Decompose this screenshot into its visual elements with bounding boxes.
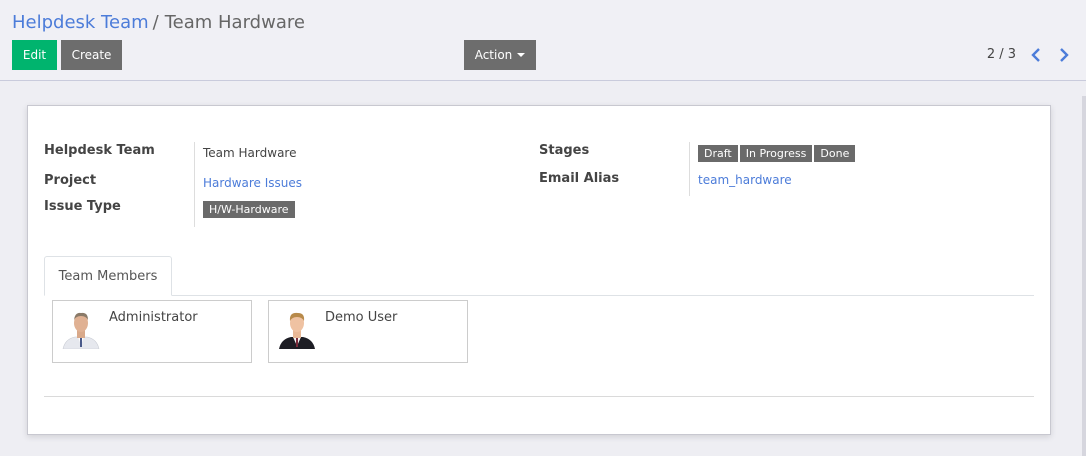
avatar-admin-icon (61, 309, 101, 349)
helpdesk-team-value: Team Hardware (203, 146, 297, 160)
stage-tag-done: Done (814, 145, 856, 162)
breadcrumb: Helpdesk Team / Team Hardware (12, 12, 305, 34)
member-name: Demo User (325, 310, 398, 325)
form-sheet: Helpdesk Team Team Hardware Project Hard… (27, 105, 1051, 435)
stages-tags: Draft In Progress Done (698, 145, 856, 162)
project-label: Project (44, 173, 97, 188)
right-group-divider (689, 142, 690, 196)
chevron-right-icon (1060, 48, 1069, 62)
chevron-left-icon (1031, 48, 1040, 62)
member-name: Administrator (109, 310, 198, 325)
member-card-administrator[interactable]: Administrator (52, 300, 252, 363)
scrollbar[interactable] (1082, 96, 1086, 456)
create-button[interactable]: Create (61, 40, 122, 70)
breadcrumb-helpdesk-team[interactable]: Helpdesk Team (12, 12, 149, 33)
member-card-demo-user[interactable]: Demo User (268, 300, 468, 363)
issue-type-label: Issue Type (44, 199, 121, 214)
stage-tag-in-progress: In Progress (739, 145, 813, 162)
edit-button[interactable]: Edit (12, 40, 57, 70)
pager-next-button[interactable] (1056, 46, 1072, 64)
left-group-divider (194, 142, 195, 227)
stage-tag-draft: Draft (698, 145, 738, 162)
tab-underline (44, 295, 1034, 296)
action-dropdown-button[interactable]: Action (464, 40, 536, 70)
email-alias-link[interactable]: team_hardware (698, 173, 792, 187)
pager-value: 2 / 3 (986, 47, 1016, 62)
action-label: Action (474, 48, 513, 62)
helpdesk-team-label: Helpdesk Team (44, 143, 155, 158)
breadcrumb-current: Team Hardware (164, 12, 305, 33)
pager-previous-button[interactable] (1028, 46, 1044, 64)
sheet-divider (44, 396, 1034, 397)
project-link[interactable]: Hardware Issues (203, 176, 302, 190)
stages-label: Stages (539, 143, 590, 158)
control-panel: Helpdesk Team / Team Hardware Edit Create … (0, 0, 1086, 81)
avatar-demo-icon (277, 309, 317, 349)
tab-team-members[interactable]: Team Members (44, 256, 172, 296)
breadcrumb-separator: / (152, 12, 159, 33)
caret-down-icon (517, 53, 526, 57)
email-alias-label: Email Alias (539, 171, 620, 186)
issue-type-tag: H/W-Hardware (203, 201, 295, 218)
